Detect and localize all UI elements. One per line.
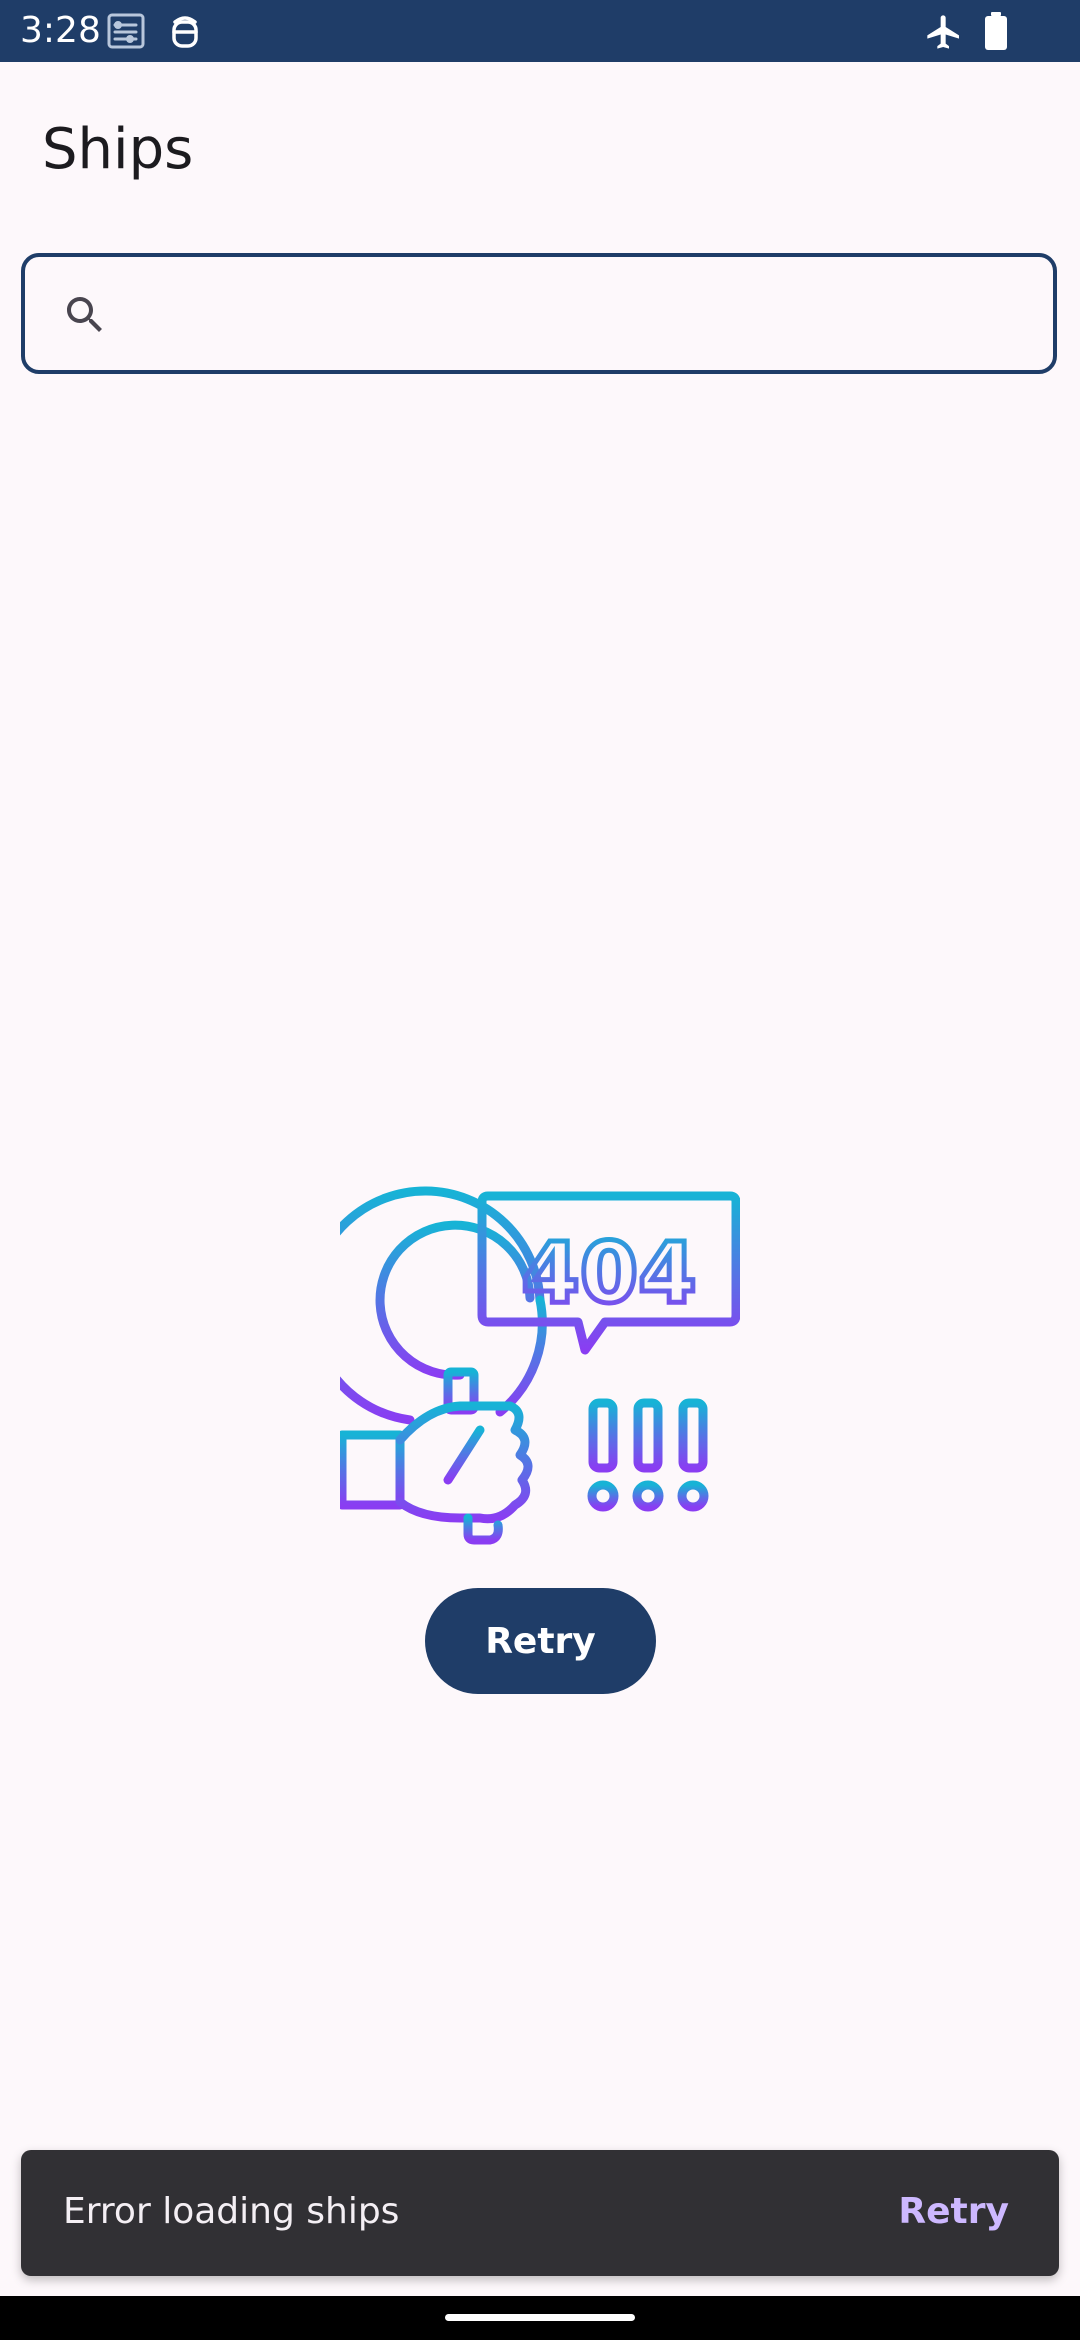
snackbar-retry-button[interactable]: Retry	[898, 2188, 1009, 2236]
page-title: Ships	[42, 117, 194, 182]
airplane-mode-icon	[927, 15, 959, 49]
search-field[interactable]	[21, 253, 1057, 374]
status-bar: 3:28	[0, 0, 1080, 62]
error-code-label: 404	[521, 1224, 696, 1322]
network-activity-icon	[107, 13, 145, 49]
status-time: 3:28	[20, 10, 101, 51]
home-indicator[interactable]	[445, 2314, 635, 2321]
debug-icon	[172, 16, 198, 48]
navigation-bar	[0, 2296, 1080, 2340]
search-input[interactable]	[135, 281, 1039, 349]
retry-button[interactable]: Retry	[425, 1588, 656, 1694]
magnifier-404-icon: 404	[340, 1186, 740, 1545]
snackbar: Error loading ships Retry	[21, 2150, 1059, 2276]
battery-icon	[985, 12, 1007, 50]
snackbar-message: Error loading ships	[63, 2191, 400, 2232]
search-icon	[67, 297, 102, 332]
